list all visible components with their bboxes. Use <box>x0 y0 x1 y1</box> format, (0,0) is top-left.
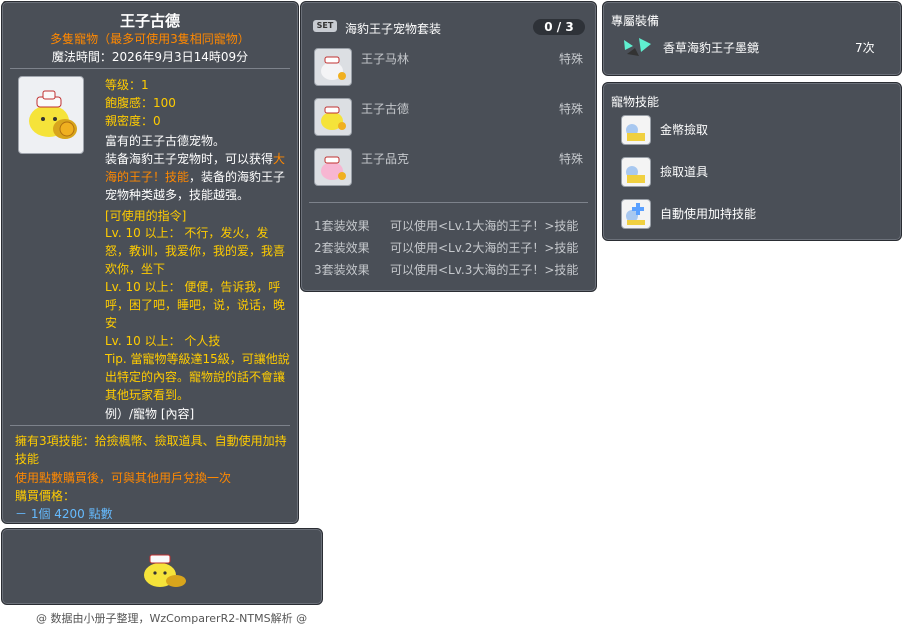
exclusive-equip-panel: 專屬裝備 香草海豹王子墨鏡 7次 <box>602 1 902 76</box>
equip-item-name: 香草海豹王子墨鏡 <box>663 41 760 55</box>
set-item-name: 王子马林 <box>361 52 410 66</box>
item-subtitle: 多隻寵物（最多可使用3隻相同寵物） <box>50 32 250 46</box>
equip-header: 專屬裝備 <box>611 14 660 28</box>
skill-name: 金幣撿取 <box>660 123 709 137</box>
exchange-line: 使用點數購買後，可與其他用戶兌換一次 <box>15 471 232 485</box>
set-effect-text: 可以使用<Lv.2大海的王子！>技能 <box>390 241 579 255</box>
item-pickup-icon <box>621 157 651 187</box>
set-count-badge: 0 / 3 <box>533 19 585 35</box>
set-item-name: 王子古德 <box>361 102 410 116</box>
item-expiry: 魔法時間：2026年9月3日14時09分 <box>51 50 249 64</box>
skill-name: 撿取道具 <box>660 165 709 179</box>
set-item-type: 特殊 <box>559 152 584 166</box>
set-badge: SET <box>313 20 337 32</box>
desc-line-2: 装备海豹王子宠物时，可以获得大海的王子！技能，装备的海豹王子宠物种类越多，技能越… <box>105 152 286 202</box>
set-item-type: 特殊 <box>559 52 584 66</box>
price-label: 購買價格： <box>15 489 76 503</box>
skills-header: 寵物技能 <box>611 95 660 109</box>
set-effect-label: 1套装效果 <box>314 219 370 233</box>
pet-preview-panel <box>1 528 323 605</box>
equip-item-count: 7次 <box>855 41 875 55</box>
skill-name: 自動使用加持技能 <box>660 207 757 221</box>
pet-portrait <box>18 76 84 154</box>
item-tooltip-panel: 王子古德 多隻寵物（最多可使用3隻相同寵物） 魔法時間：2026年9月3日14時… <box>1 1 299 524</box>
set-item-type: 特殊 <box>559 102 584 116</box>
item-title: 王子古德 <box>119 12 180 30</box>
seal-prince-icon <box>29 90 77 139</box>
set-effect-label: 3套装效果 <box>314 263 370 277</box>
set-item-icon-pink <box>314 148 352 186</box>
example-text: 例）/寵物 [內容] <box>105 407 195 421</box>
set-item-icon-marin <box>314 48 352 86</box>
pet-fullness: 飽腹感：100 <box>105 96 176 110</box>
skills-line: 擁有3項技能：拾撿楓幣、撿取道具、自動使用加持技能 <box>15 434 287 466</box>
pet-level: 等级：1 <box>105 78 149 92</box>
auto-buff-icon <box>621 199 651 229</box>
set-effect-text: 可以使用<Lv.1大海的王子！>技能 <box>390 219 579 233</box>
set-effect-text: 可以使用<Lv.3大海的王子！>技能 <box>390 263 579 277</box>
set-effect-label: 2套装效果 <box>314 241 370 255</box>
seal-prince-preview-icon <box>144 554 186 587</box>
desc-line-1: 富有的王子古德宠物。 <box>105 134 226 148</box>
sunglasses-icon <box>624 38 651 56</box>
set-panel: SET 海豹王子宠物套装 0 / 3 王子马林 特殊 王子古德 特殊 王子品克 … <box>300 1 597 292</box>
tip-text: Tip. 當寵物等級達15級，可讓他說出特定的內容。寵物說的話不會讓其他玩家看到… <box>105 352 290 402</box>
commands-header: [可使用的指令] <box>105 209 187 223</box>
command-line-2: Lv. 10 以上： 便便，告诉我，呼呼，困了吧，睡吧，说，说话，晚安 <box>105 280 286 330</box>
set-item-icon-goode <box>314 98 352 136</box>
command-line-3: Lv. 10 以上： 个人技 <box>105 334 221 348</box>
price-value: － 1個 4200 點數 <box>15 507 113 521</box>
set-title: 海豹王子宠物套装 <box>345 22 442 36</box>
set-item-name: 王子品克 <box>361 152 410 166</box>
coin-pickup-icon <box>621 115 651 145</box>
pet-closeness: 親密度：0 <box>105 114 161 128</box>
command-line-1: Lv. 10 以上： 不行，发火，发怒，教训，我爱你，我的爱，我喜欢你，坐下 <box>105 226 286 276</box>
pet-skills-panel: 寵物技能 金幣撿取 撿取道具 自動使用加持技能 <box>602 82 902 241</box>
